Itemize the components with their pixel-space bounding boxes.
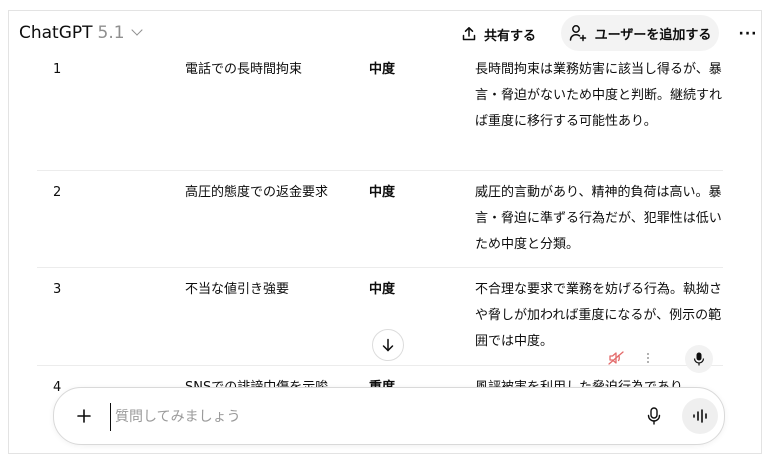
- composer-dictation-button[interactable]: [640, 402, 668, 430]
- prompt-input[interactable]: [110, 403, 617, 431]
- row-number: 2: [53, 185, 62, 200]
- harassment-type: 電話での長時間拘束: [185, 62, 303, 77]
- mic-icon: [647, 407, 661, 425]
- mute-button[interactable]: [605, 347, 627, 369]
- severity-rationale: 長時間拘束は業務妨害に該当し得るが、暴言・脅迫がないため中度と判断。継続すれば重…: [475, 62, 723, 129]
- app-name: ChatGPT: [19, 23, 93, 43]
- add-user-button[interactable]: ユーザーを追加する: [561, 15, 719, 51]
- mic-icon: [693, 352, 705, 366]
- voice-waveform-icon: [693, 409, 707, 423]
- harassment-type: 高圧的態度での返金要求: [185, 185, 329, 200]
- row-number: 4: [53, 380, 62, 395]
- severity-level: 中度: [369, 282, 396, 297]
- arrow-down-icon: [382, 338, 394, 352]
- share-icon: [462, 27, 476, 41]
- add-user-icon: [569, 25, 586, 42]
- row-number: 3: [53, 282, 62, 297]
- attach-button[interactable]: [72, 404, 96, 428]
- share-label: 共有する: [484, 28, 537, 44]
- voice-mode-button[interactable]: [682, 398, 718, 434]
- table-row: 1 電話での長時間拘束 中度 長時間拘束は業務妨害に該当し得るが、暴言・脅迫がな…: [37, 57, 723, 171]
- add-user-label: ユーザーを追加する: [594, 27, 712, 43]
- plus-icon: [77, 409, 91, 423]
- harassment-type: 不当な値引き強要: [185, 282, 290, 297]
- severity-rationale: 威圧的言動があり、精神的負荷は高い。暴言・脅迫に準ずる行為だが、犯罪性は低いため…: [475, 185, 722, 252]
- more-options-button[interactable]: ···: [737, 21, 759, 47]
- severity-rationale: 不合理な要求で業務を妨げる行為。執拗さや脅しが加われば重度になるが、例示の範囲で…: [475, 282, 723, 349]
- share-button[interactable]: 共有する: [461, 21, 536, 47]
- message-composer: [53, 387, 725, 445]
- table-row: 2 高圧的態度での返金要求 中度 威圧的言動があり、精神的負荷は高い。暴言・脅迫…: [37, 180, 723, 268]
- row-number: 1: [53, 62, 62, 77]
- severity-level: 中度: [369, 62, 396, 77]
- dictation-button[interactable]: [685, 345, 713, 373]
- model-selector[interactable]: ChatGPT 5.1: [19, 23, 143, 43]
- chevron-down-icon: [130, 24, 143, 36]
- scroll-to-bottom-button[interactable]: [372, 329, 404, 361]
- model-version: 5.1: [97, 23, 125, 43]
- speaker-mute-icon: [608, 351, 624, 365]
- chat-window: ChatGPT 5.1 共有する ユーザーを追加する ··· 1 電話での長時間拘…: [8, 10, 762, 454]
- more-dots-icon[interactable]: [637, 347, 659, 369]
- severity-level: 中度: [369, 185, 396, 200]
- read-aloud-toolbar: [605, 347, 659, 369]
- top-bar: ChatGPT 5.1 共有する ユーザーを追加する ···: [9, 11, 761, 57]
